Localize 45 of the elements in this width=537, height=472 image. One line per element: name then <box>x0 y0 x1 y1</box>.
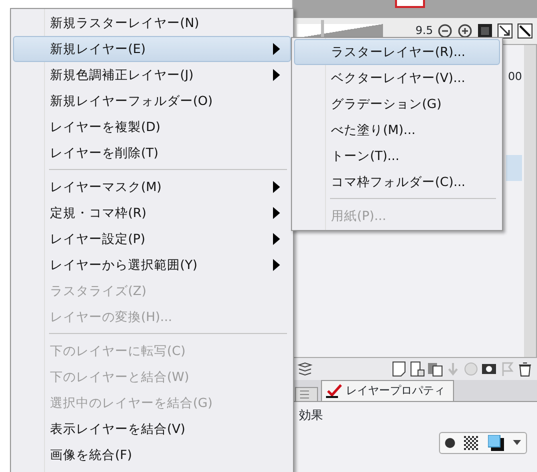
menu-item[interactable]: グラデーション(G) <box>294 91 500 117</box>
menu-item[interactable]: 新規レイヤー(E) <box>13 36 291 62</box>
menu-item[interactable]: べた塗り(M)... <box>294 117 500 143</box>
color-square-icon[interactable] <box>488 435 504 451</box>
opacity-value[interactable]: 00 <box>508 69 522 86</box>
checkmark-icon <box>326 384 342 398</box>
menu-icon[interactable] <box>300 390 309 399</box>
menu-item[interactable]: 新規レイヤーフォルダー(O) <box>13 88 291 114</box>
menu-item[interactable]: 表示レイヤーを結合(V) <box>13 416 291 442</box>
menu-item[interactable]: ラスターレイヤー(R)... <box>294 39 500 65</box>
menu-item[interactable]: 画像を統合(F) <box>13 442 291 468</box>
effect-selector[interactable] <box>439 432 527 454</box>
mask-icon[interactable] <box>481 361 497 377</box>
menu-item[interactable]: レイヤーマスク(M) <box>13 174 291 200</box>
scrollbar[interactable] <box>524 45 536 357</box>
menu-item[interactable]: 新規ラスターレイヤー(N) <box>13 10 291 36</box>
zoom-value: 9.5 <box>416 22 433 39</box>
layers-icon[interactable] <box>297 361 313 377</box>
menu-item[interactable]: トーン(T)... <box>294 143 500 169</box>
submenu-arrow-icon <box>272 259 280 271</box>
menu-item[interactable]: 定規・コマ枠(R) <box>13 200 291 226</box>
zoom-in-icon[interactable] <box>457 23 473 39</box>
section-label: 効果 <box>299 407 324 424</box>
checker-icon[interactable] <box>464 436 478 450</box>
menu-item[interactable]: レイヤーから選択範囲(Y) <box>13 252 291 278</box>
new-page-icon[interactable] <box>409 361 425 377</box>
menu-item[interactable]: 新規色調補正レイヤー(J) <box>13 62 291 88</box>
menu-item[interactable]: レイヤーを複製(D) <box>13 114 291 140</box>
menu-item[interactable]: コマ枠フォルダー(C)... <box>294 169 500 195</box>
submenu-arrow-icon <box>272 181 280 193</box>
submenu-arrow-icon <box>272 43 280 55</box>
dropdown-caret-icon[interactable] <box>513 440 522 446</box>
submenu-arrow-icon <box>272 233 280 245</box>
panel-menu-tab[interactable] <box>295 387 318 401</box>
zoom-out-icon[interactable] <box>437 23 453 39</box>
trash-icon[interactable] <box>517 361 533 377</box>
submenu-arrow-icon <box>272 207 280 219</box>
submenu-arrow-icon <box>272 69 280 81</box>
circle-icon[interactable] <box>444 438 455 448</box>
menu-item[interactable]: レイヤーを削除(T) <box>13 140 291 166</box>
menu-item[interactable]: ベクターレイヤー(V)... <box>294 65 500 91</box>
canvas-thumbnail <box>395 0 425 8</box>
new-page-icon[interactable] <box>391 361 407 377</box>
menu-item[interactable]: レイヤー設定(P) <box>13 226 291 252</box>
layer-property-tab[interactable]: レイヤープロパティ <box>321 380 454 401</box>
